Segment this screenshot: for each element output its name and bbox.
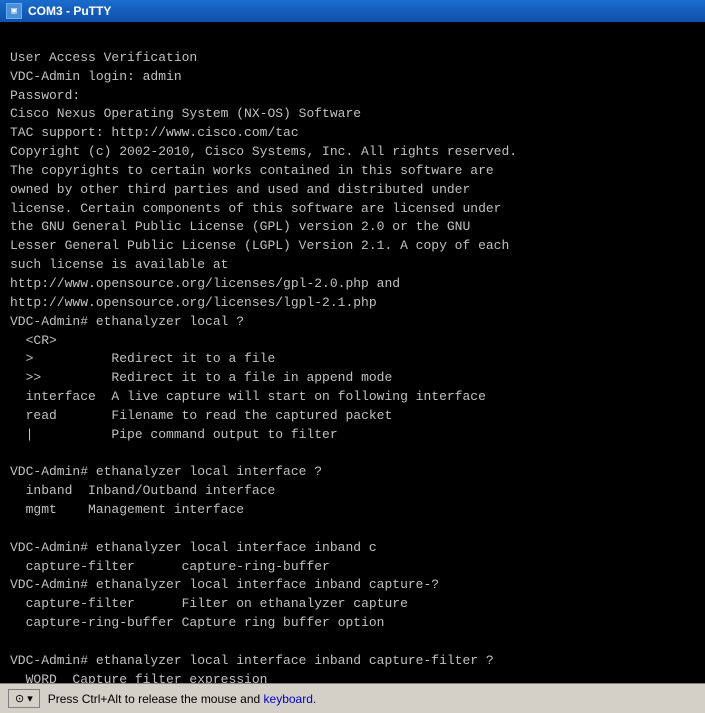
status-bar: ⊙ ▾ Press Ctrl+Alt to release the mouse … (0, 683, 705, 713)
dropdown-icon: ▾ (27, 692, 33, 705)
keyboard-link: keyboard (264, 692, 313, 706)
mouse-release-button[interactable]: ⊙ ▾ (8, 689, 40, 708)
app-icon: ▣ (6, 3, 22, 19)
terminal-area[interactable]: User Access Verification VDC-Admin login… (0, 22, 705, 683)
terminal-output: User Access Verification VDC-Admin login… (10, 30, 695, 683)
mouse-icon: ⊙ (15, 692, 24, 705)
window-title: COM3 - PuTTY (28, 4, 111, 18)
title-bar: ▣ COM3 - PuTTY (0, 0, 705, 22)
status-message: Press Ctrl+Alt to release the mouse and … (48, 692, 317, 706)
